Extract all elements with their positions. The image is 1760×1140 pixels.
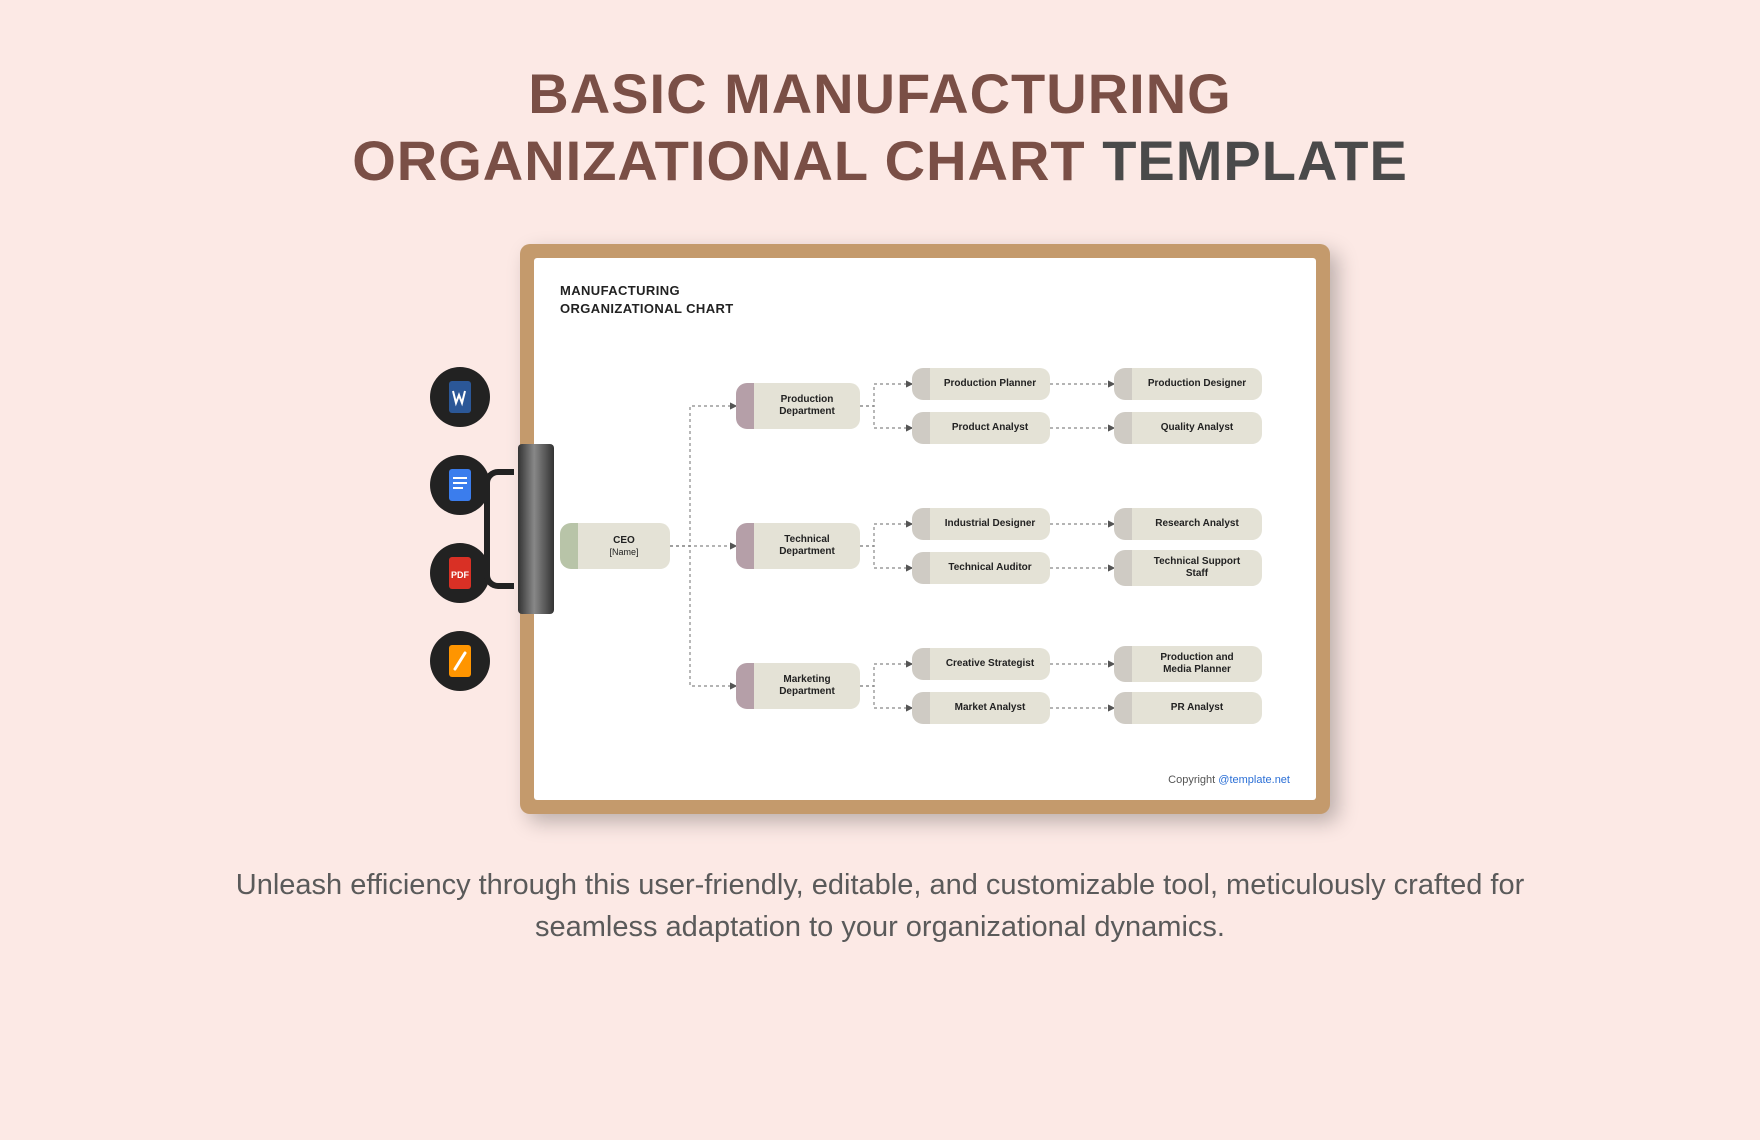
node-pr-analyst: PR Analyst bbox=[1114, 692, 1262, 724]
node-market-analyst: Market Analyst bbox=[912, 692, 1050, 724]
label: Production Planner bbox=[930, 368, 1050, 400]
clipboard: MANUFACTURING ORGANIZATIONAL CHART bbox=[520, 244, 1330, 814]
paper: MANUFACTURING ORGANIZATIONAL CHART bbox=[534, 258, 1316, 800]
label: PR Analyst bbox=[1132, 692, 1262, 724]
dept-marketing-label: Marketing Department bbox=[754, 663, 860, 709]
title-line2-part2: TEMPLATE bbox=[1102, 129, 1408, 192]
ceo-title: CEO bbox=[613, 535, 635, 547]
title-line1: BASIC MANUFACTURING bbox=[352, 60, 1408, 127]
copyright: Copyright @template.net bbox=[1168, 774, 1290, 786]
node-dept-marketing: Marketing Department bbox=[736, 663, 860, 709]
ceo-sub: [Name] bbox=[609, 547, 638, 558]
label: Quality Analyst bbox=[1132, 412, 1262, 444]
node-technical-auditor: Technical Auditor bbox=[912, 552, 1050, 584]
chart-heading-l1: MANUFACTURING bbox=[560, 282, 1290, 300]
title-line2-part1: ORGANIZATIONAL CHART bbox=[352, 129, 1085, 192]
node-ceo: CEO [Name] bbox=[560, 523, 670, 569]
node-production-media-planner: Production and Media Planner bbox=[1114, 646, 1262, 682]
clipboard-clip bbox=[484, 444, 554, 614]
label: Production and Media Planner bbox=[1132, 646, 1262, 682]
node-quality-analyst: Quality Analyst bbox=[1114, 412, 1262, 444]
node-ceo-body: CEO [Name] bbox=[578, 523, 670, 569]
chart-heading: MANUFACTURING ORGANIZATIONAL CHART bbox=[560, 282, 1290, 317]
label: Creative Strategist bbox=[930, 648, 1050, 680]
node-product-analyst: Product Analyst bbox=[912, 412, 1050, 444]
copyright-label: Copyright bbox=[1168, 774, 1218, 786]
node-industrial-designer: Industrial Designer bbox=[912, 508, 1050, 540]
page-title: BASIC MANUFACTURING ORGANIZATIONAL CHART… bbox=[352, 60, 1408, 194]
node-technical-support: Technical Support Staff bbox=[1114, 550, 1262, 586]
label: Market Analyst bbox=[930, 692, 1050, 724]
pdf-icon[interactable]: PDF bbox=[430, 543, 490, 603]
org-chart: CEO [Name] Production Department Technic… bbox=[560, 336, 1290, 760]
chart-heading-l2: ORGANIZATIONAL CHART bbox=[560, 300, 1290, 318]
label: Technical Support Staff bbox=[1132, 550, 1262, 586]
node-production-designer: Production Designer bbox=[1114, 368, 1262, 400]
label: Production Designer bbox=[1132, 368, 1262, 400]
dept-production-label: Production Department bbox=[754, 383, 860, 429]
label: Technical Auditor bbox=[930, 552, 1050, 584]
node-creative-strategist: Creative Strategist bbox=[912, 648, 1050, 680]
node-production-planner: Production Planner bbox=[912, 368, 1050, 400]
content-row: PDF MANUFACTURING ORGANIZATIONAL CHART bbox=[430, 244, 1330, 814]
node-dept-technical: Technical Department bbox=[736, 523, 860, 569]
format-icons: PDF bbox=[430, 367, 490, 691]
label: Research Analyst bbox=[1132, 508, 1262, 540]
description: Unleash efficiency through this user-fri… bbox=[190, 864, 1570, 948]
gdocs-icon[interactable] bbox=[430, 455, 490, 515]
word-icon[interactable] bbox=[430, 367, 490, 427]
node-research-analyst: Research Analyst bbox=[1114, 508, 1262, 540]
label: Industrial Designer bbox=[930, 508, 1050, 540]
title-line2: ORGANIZATIONAL CHART TEMPLATE bbox=[352, 127, 1408, 194]
copyright-link[interactable]: @template.net bbox=[1218, 774, 1290, 786]
svg-text:PDF: PDF bbox=[451, 570, 470, 580]
node-dept-production: Production Department bbox=[736, 383, 860, 429]
dept-technical-label: Technical Department bbox=[754, 523, 860, 569]
pages-icon[interactable] bbox=[430, 631, 490, 691]
label: Product Analyst bbox=[930, 412, 1050, 444]
